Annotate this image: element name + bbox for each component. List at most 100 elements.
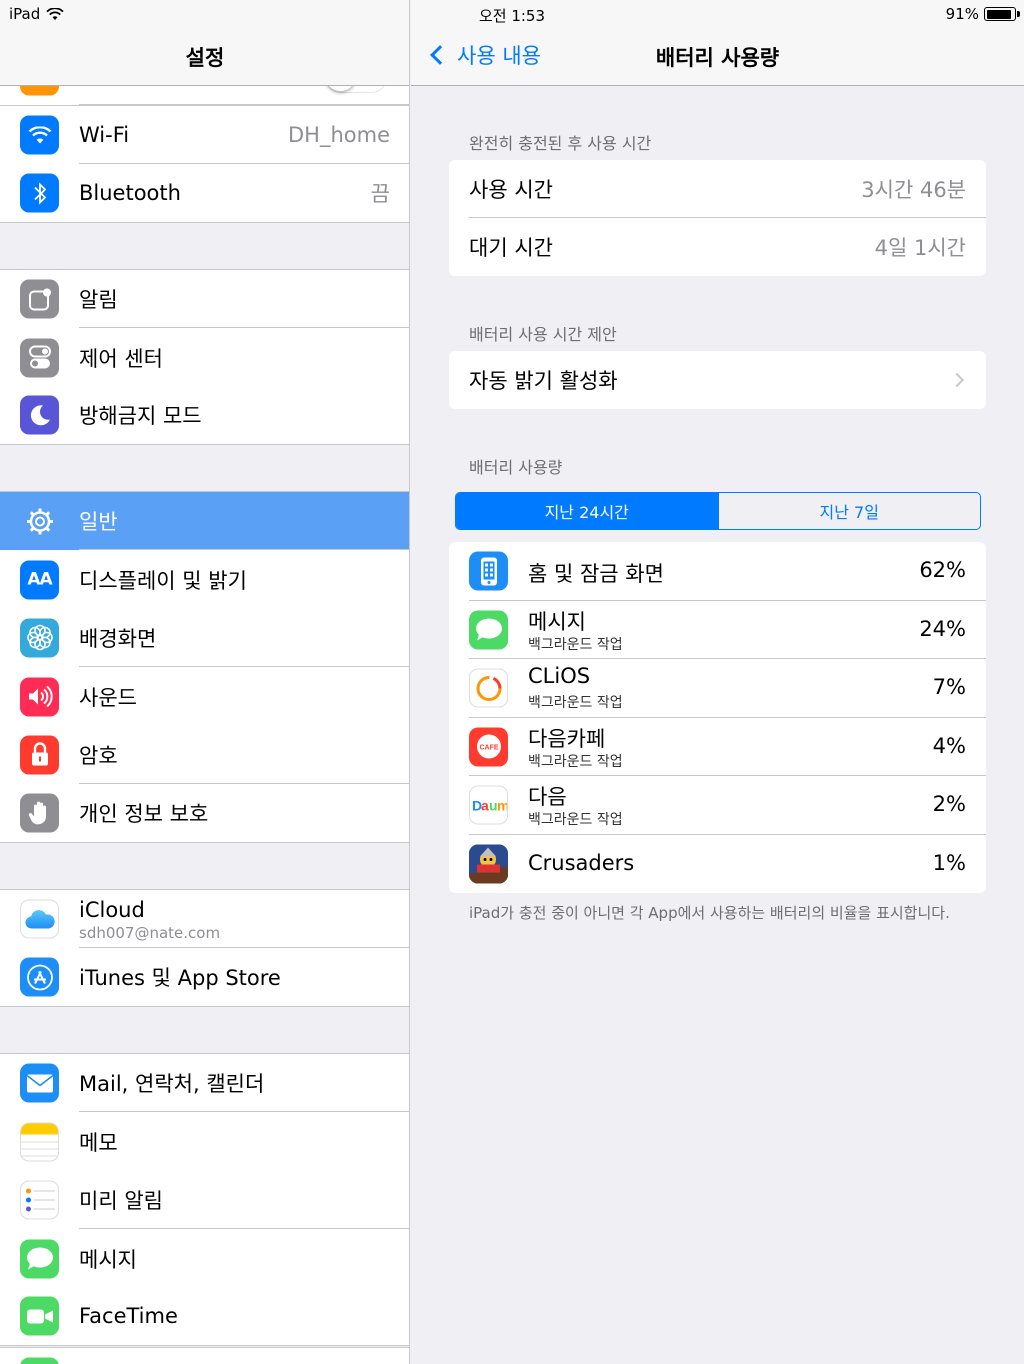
sidebar-item-label: 메시지 xyxy=(79,1247,137,1272)
battery-percent: 91% xyxy=(945,5,979,23)
sidebar-item-subtitle: sdh007@nate.com xyxy=(79,924,221,942)
sidebar-item-partial[interactable] xyxy=(0,1347,409,1364)
display-icon: AA xyxy=(20,560,59,599)
usage-time-value: 3시간 46분 xyxy=(861,178,966,202)
app-battery-percent: 7% xyxy=(932,675,966,699)
sidebar-title: 설정 xyxy=(185,46,225,70)
app-usage-row: CAFE 다음카페백그라운드 작업 4% xyxy=(449,718,986,776)
sidebar-item-wifi[interactable]: Wi-Fi DH_home xyxy=(0,105,409,164)
sidebar-item-reminders[interactable]: 미리 알림 xyxy=(0,1170,409,1229)
sidebar-item-speaker[interactable]: 사운드 xyxy=(0,667,409,726)
app-subtitle: 백그라운드 작업 xyxy=(528,753,623,770)
hand-icon xyxy=(20,793,59,833)
notifications-icon xyxy=(20,279,59,319)
battery-footnote: iPad가 충전 중이 아니면 각 App에서 사용하는 배터리의 비율을 표시… xyxy=(469,904,950,922)
sidebar-item-label: 일반 xyxy=(79,510,118,534)
sidebar-item-label: FaceTime xyxy=(79,1304,178,1328)
sidebar-item-icloud[interactable]: iCloud sdh007@nate.com xyxy=(0,889,409,948)
sidebar-item-messages[interactable]: 메시지 xyxy=(0,1229,409,1288)
app-name: 메시지 xyxy=(528,609,586,634)
crusaders-icon xyxy=(469,844,508,884)
sidebar-item-label: 개인 정보 보호 xyxy=(79,802,209,826)
sidebar-item-moon[interactable]: 방해금지 모드 xyxy=(0,386,409,445)
wifi-icon xyxy=(20,115,59,155)
sidebar-item-value: DH_home xyxy=(288,123,390,147)
section-header-battery-usage: 배터리 사용량 xyxy=(469,458,563,477)
app-usage-row: 메시지백그라운드 작업 24% xyxy=(449,601,986,659)
app-battery-percent: 2% xyxy=(932,792,966,816)
app-battery-percent: 62% xyxy=(919,558,966,582)
usage-time-label: 사용 시간 xyxy=(469,178,553,202)
sidebar-item-label: 제어 센터 xyxy=(79,346,163,371)
sidebar-item-value: 끔 xyxy=(370,182,390,206)
sidebar-item-label: iTunes 및 App Store xyxy=(79,966,281,990)
section-header-since-charge: 완전히 충전된 후 사용 시간 xyxy=(469,134,652,153)
app-subtitle: 백그라운드 작업 xyxy=(528,695,623,711)
home-lock-screen-icon xyxy=(469,551,508,591)
sidebar-item-gear[interactable]: 일반 xyxy=(0,491,409,550)
sidebar-item-display[interactable]: AA 디스플레이 및 밝기 xyxy=(0,550,409,609)
sidebar-item-mail[interactable]: Mail, 연락처, 캘린더 xyxy=(0,1053,409,1112)
facetime-icon xyxy=(20,1296,59,1336)
app-subtitle: 백그라운드 작업 xyxy=(528,636,623,653)
auto-brightness-label: 자동 밝기 활성화 xyxy=(469,369,618,393)
speaker-icon xyxy=(20,677,59,716)
sidebar-item-label: 방해금지 모드 xyxy=(79,404,202,428)
status-time: 오전 1:53 xyxy=(478,7,546,25)
sidebar-item-label: Mail, 연락처, 캘린더 xyxy=(79,1072,265,1096)
app-name: 홈 및 잠금 화면 xyxy=(528,562,664,586)
sidebar-item-label: Wi-Fi xyxy=(79,123,130,147)
app-usage-row: 홈 및 잠금 화면 62% xyxy=(449,542,986,601)
battery-usage-pane: 사용 내용 배터리 사용량 완전히 충전된 후 사용 시간 사용 시간 3시간 … xyxy=(411,0,1024,1364)
app-subtitle: 백그라운드 작업 xyxy=(528,812,623,828)
app-store-icon xyxy=(20,957,59,997)
segment-last-7-days[interactable]: 지난 7일 xyxy=(717,493,981,529)
app-battery-percent: 4% xyxy=(932,733,966,758)
daum-cafe-icon: CAFE xyxy=(469,727,508,767)
reminders-icon xyxy=(20,1180,59,1219)
battery-icon xyxy=(984,7,1020,21)
standby-time-value: 4일 1시간 xyxy=(874,236,966,260)
app-name: 다음카페 xyxy=(528,726,606,751)
sidebar-item-label: 알림 xyxy=(79,288,118,312)
sidebar-item-notes[interactable]: 메모 xyxy=(0,1112,409,1171)
sidebar-item-wallpaper[interactable]: 배경화면 xyxy=(0,608,409,667)
sidebar-item-facetime[interactable]: FaceTime xyxy=(0,1287,409,1346)
sidebar-item-label: 암호 xyxy=(79,743,118,768)
app-usage-list: 홈 및 잠금 화면 62% 메시지백그라운드 작업 24% CLiOS 백그라운드 작업 7… xyxy=(449,542,986,893)
maps-icon xyxy=(20,1357,59,1364)
usage-time-card: 사용 시간 3시간 46분 대기 시간 4일 1시간 xyxy=(449,160,986,276)
notes-icon xyxy=(20,1122,59,1161)
status-bar: iPad 오전 1:53 91% xyxy=(0,0,1024,28)
lock-icon xyxy=(20,735,59,774)
chevron-right-icon xyxy=(949,372,965,388)
bluetooth-icon xyxy=(20,173,59,213)
svg-text:a: a xyxy=(481,797,489,813)
sidebar-item-label: 배경화면 xyxy=(79,626,157,651)
usage-time-row: 사용 시간 3시간 46분 xyxy=(449,160,986,218)
sidebar-item-notifications[interactable]: 알림 xyxy=(0,269,409,328)
app-name: CLiOS xyxy=(528,664,591,688)
sidebar-item-label: iCloud xyxy=(79,898,145,922)
sidebar-item-control-center[interactable]: 제어 센터 xyxy=(0,328,409,387)
sidebar-item-label: 메모 xyxy=(79,1130,118,1155)
standby-time-row: 대기 시간 4일 1시간 xyxy=(449,218,986,276)
control-center-icon xyxy=(20,338,59,377)
sidebar-item-app-store[interactable]: iTunes 및 App Store xyxy=(0,948,409,1007)
segment-last-24-hours[interactable]: 지난 24시간 xyxy=(456,493,718,529)
sidebar-item-bluetooth[interactable]: Bluetooth 끔 xyxy=(0,164,409,223)
period-segmented-control: 지난 24시간 지난 7일 xyxy=(455,492,981,530)
messages-icon xyxy=(469,610,508,650)
app-battery-percent: 1% xyxy=(932,850,966,875)
auto-brightness-row[interactable]: 자동 밝기 활성화 xyxy=(449,351,986,409)
wallpaper-icon xyxy=(20,618,59,657)
sidebar-item-hand[interactable]: 개인 정보 보호 xyxy=(0,784,409,843)
sidebar-item-lock[interactable]: 암호 xyxy=(0,725,409,784)
icloud-icon xyxy=(20,899,59,939)
daum-icon: Daum xyxy=(469,785,508,825)
app-battery-percent: 24% xyxy=(919,616,966,641)
standby-time-label: 대기 시간 xyxy=(469,236,553,260)
page-title: 배터리 사용량 xyxy=(655,46,780,70)
app-name: 다음 xyxy=(528,785,567,809)
settings-sidebar: Wi-Fi DH_home Bluetooth 끔알림제어 센터방해금지 모드일반 AA… xyxy=(0,0,410,1364)
